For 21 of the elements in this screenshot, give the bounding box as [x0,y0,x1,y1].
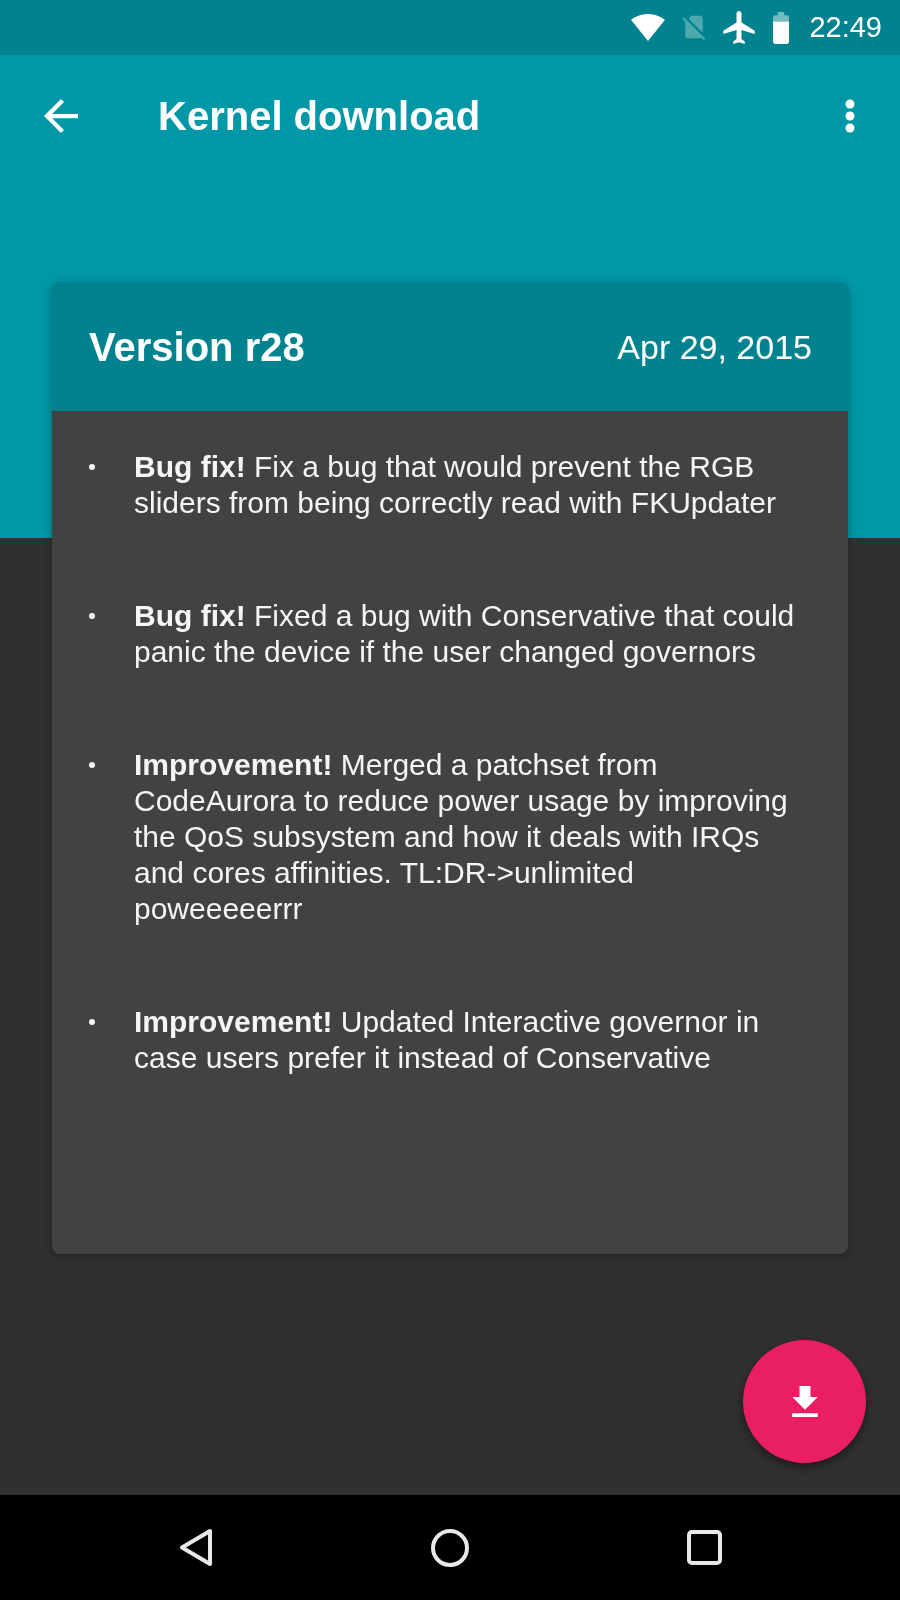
battery-icon [773,11,790,44]
airplane-icon [723,11,756,44]
bullet-icon [89,762,95,768]
nav-recents-icon[interactable] [686,1530,722,1565]
bullet-icon [89,1019,95,1025]
changelog-entry: Improvement! Merged a patchset from CodeAurora to reduce power usage by improving the QoS subsystem and how it deals with IRQs and cores affinities. TL:DR->unlimited poweeeeerrr [134,747,789,927]
version-title: Version r28 [89,327,305,367]
changelog-entry: Improvement! Updated Interactive governor in case users prefer it instead of Conservative [134,1004,761,1076]
download-icon [791,1386,818,1417]
nav-home-icon[interactable] [430,1528,469,1567]
wifi-icon [631,14,666,41]
changelog-entry: Bug fix! Fix a bug that would prevent the RGB sliders from being correctly read with FKUpdater [134,449,777,521]
status-time: 22:49 [809,13,882,42]
bullet-icon [89,613,95,619]
bullet-icon [89,464,95,470]
screen-title: Kernel download [158,96,481,136]
release-date: Apr 29, 2015 [617,330,812,364]
nav-back-icon[interactable] [178,1528,213,1567]
back-arrow-icon[interactable] [44,99,78,133]
more-options-icon[interactable] [845,99,855,133]
changelog-entry: Bug fix! Fixed a bug with Conservative that could panic the device if the user changed governors [134,598,796,670]
